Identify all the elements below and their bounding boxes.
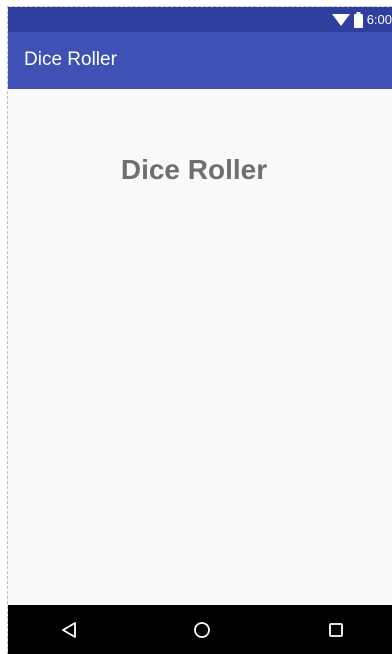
home-button[interactable] xyxy=(186,614,218,646)
recents-button[interactable] xyxy=(320,614,352,646)
home-icon xyxy=(193,621,211,639)
navigation-bar xyxy=(8,605,392,654)
wifi-icon xyxy=(331,13,350,27)
main-heading: Dice Roller xyxy=(120,154,268,185)
device-screen: 6:00 Dice Roller Dice Roller xyxy=(7,6,392,654)
app-bar: Dice Roller xyxy=(8,32,392,89)
status-time: 6:00 xyxy=(366,12,392,27)
status-icons: 6:00 xyxy=(331,7,392,32)
battery-icon xyxy=(353,11,363,28)
back-icon xyxy=(60,621,78,639)
main-content: Dice Roller xyxy=(8,89,392,605)
status-bar: 6:00 xyxy=(8,7,392,32)
back-button[interactable] xyxy=(53,614,85,646)
recents-icon xyxy=(328,622,344,638)
app-title: Dice Roller xyxy=(24,49,117,70)
